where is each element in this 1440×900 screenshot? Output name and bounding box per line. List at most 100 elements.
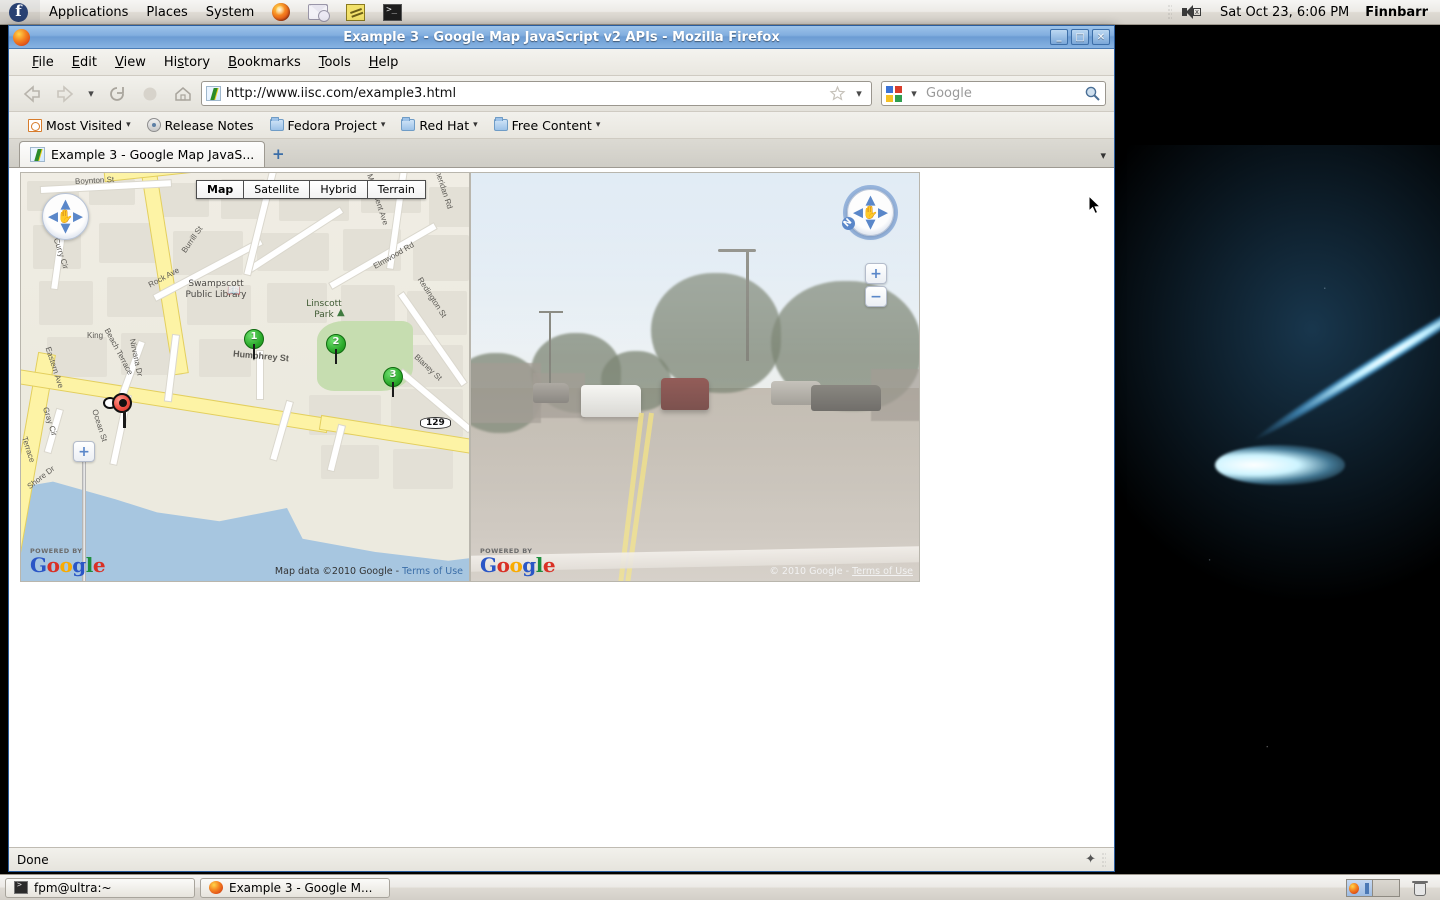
map-type-map[interactable]: Map [197, 181, 245, 198]
urlbar-dropdown-icon[interactable]: ▾ [851, 80, 867, 108]
most-visited-icon [28, 118, 42, 132]
firefox-launcher-icon[interactable] [263, 0, 299, 25]
release-notes-icon [146, 118, 161, 132]
map-marker-1[interactable]: 1 [244, 329, 264, 360]
clock-applet[interactable]: Sat Oct 23, 6:06 PM [1210, 5, 1359, 20]
bookmark-fedora-project[interactable]: Fedora Project ▾ [263, 116, 393, 135]
resize-grip[interactable] [1102, 851, 1106, 868]
workspace-2[interactable] [1373, 879, 1399, 896]
user-menu[interactable]: Finnbarr [1359, 5, 1440, 20]
window-titlebar[interactable]: Example 3 - Google Map JavaScript v2 API… [9, 26, 1114, 49]
google-engine-icon[interactable] [886, 85, 902, 102]
window-icon-firefox [13, 28, 30, 46]
street-view-attribution: © 2010 Google - Terms of Use [769, 566, 913, 577]
history-dropdown-button[interactable]: ▾ [83, 80, 99, 108]
menu-file[interactable]: File [23, 52, 63, 73]
label-swampscott-public-library: Swampscott Public Library [185, 279, 247, 300]
gnome-taskbar: fpm@ultra:~ Example 3 - Google M... [0, 874, 1440, 900]
workspace-1[interactable] [1347, 879, 1373, 896]
menu-history[interactable]: History [155, 52, 219, 73]
street-view-pegman-marker[interactable] [103, 393, 136, 429]
google-map[interactable]: Boynton St Curry Cir Rock Ave Burrill St… [20, 172, 470, 582]
close-button[interactable]: ✕ [1092, 29, 1110, 45]
search-engine-dropdown-icon[interactable]: ▾ [906, 80, 922, 108]
back-button[interactable] [17, 80, 47, 108]
terminal-launcher-icon[interactable] [374, 0, 411, 25]
google-logo: Google [30, 553, 106, 577]
mail-icon [308, 4, 331, 22]
bookmark-label: Free Content [511, 117, 592, 133]
maximize-button[interactable]: □ [1071, 29, 1089, 45]
addon-status-icon[interactable]: ✦ [1085, 852, 1096, 867]
menu-tools[interactable]: Tools [310, 52, 360, 73]
map-marker-3[interactable]: 3 [383, 367, 403, 398]
pan-right-icon[interactable]: ▶ [73, 210, 83, 223]
site-favicon [206, 86, 221, 101]
search-icon[interactable] [1084, 85, 1101, 102]
browser-menubar: File Edit View History Bookmarks Tools H… [9, 49, 1114, 76]
evolution-launcher-icon[interactable] [299, 0, 337, 25]
bookmark-label: Red Hat [419, 117, 470, 133]
folder-icon [401, 117, 416, 131]
menu-edit[interactable]: Edit [63, 52, 106, 73]
street-view-zoom-control[interactable]: + − [865, 263, 887, 307]
workspace-switcher[interactable] [1346, 878, 1400, 897]
trash-icon[interactable] [1411, 879, 1429, 897]
pan-hand-icon[interactable]: ✋ [57, 209, 73, 224]
bookmark-release-notes[interactable]: Release Notes [140, 116, 261, 135]
bookmark-most-visited[interactable]: Most Visited ▾ [21, 116, 138, 135]
menu-help[interactable]: Help [360, 52, 408, 73]
map-type-terrain[interactable]: Terrain [367, 181, 425, 198]
browser-status-bar: Done ✦ [9, 847, 1114, 871]
folder-icon [493, 117, 508, 131]
taskbar-item-terminal[interactable]: fpm@ultra:~ [5, 877, 195, 898]
taskbar-item-firefox[interactable]: Example 3 - Google M... [200, 877, 390, 898]
home-button[interactable] [168, 80, 198, 108]
map-marker-2[interactable]: 2 [326, 334, 346, 365]
menu-system[interactable]: System [197, 0, 263, 25]
tab-list-dropdown-icon[interactable]: ▾ [1100, 149, 1106, 162]
fedora-menu-icon[interactable] [0, 0, 40, 25]
new-tab-button[interactable]: + [265, 141, 291, 167]
chevron-down-icon: ▾ [595, 120, 601, 130]
map-terms-of-use-link[interactable]: Terms of Use [402, 566, 463, 577]
firefox-icon [272, 3, 291, 21]
url-text: http://www.iisc.com/example3.html [226, 86, 457, 101]
wallpaper-comet-head [1215, 445, 1345, 485]
menu-bookmarks[interactable]: Bookmarks [219, 52, 310, 73]
taskbar-label: Example 3 - Google M... [229, 880, 373, 895]
minimize-button[interactable]: _ [1050, 29, 1068, 45]
search-bar[interactable]: ▾ Google [881, 81, 1106, 106]
tab-bar: Example 3 - Google Map JavaS... + ▾ [9, 139, 1114, 168]
stop-button[interactable] [135, 80, 165, 108]
street-view-pan-control[interactable]: ▲ ▼ ◀ ▶ ✋ N [839, 189, 894, 236]
menu-places[interactable]: Places [137, 0, 196, 25]
notes-launcher-icon[interactable] [337, 0, 374, 25]
street-view-panel[interactable]: ▲ ▼ ◀ ▶ ✋ N + − POWERED BY Google © 2010… [470, 172, 920, 582]
sv-pan-right-icon[interactable]: ▶ [878, 206, 888, 219]
home-icon [175, 86, 191, 101]
speaker-muted-icon: x [1181, 4, 1201, 20]
map-type-hybrid[interactable]: Hybrid [310, 181, 368, 198]
map-pan-control[interactable]: ▲ ▼ ◀ ▶ ✋ [42, 193, 89, 240]
tab-example-3[interactable]: Example 3 - Google Map JavaS... [19, 141, 266, 167]
sv-terms-of-use-link[interactable]: Terms of Use [852, 566, 913, 577]
forward-button[interactable] [50, 80, 80, 108]
menu-applications[interactable]: Applications [40, 0, 137, 25]
bookmark-free-content[interactable]: Free Content ▾ [487, 116, 608, 135]
bookmark-red-hat[interactable]: Red Hat ▾ [394, 116, 484, 135]
search-input[interactable]: Google [926, 86, 1080, 101]
bookmark-star-icon[interactable] [829, 85, 846, 102]
volume-applet[interactable]: x [1172, 0, 1210, 25]
sv-pan-hand-icon[interactable]: ✋ [862, 205, 878, 220]
label-linscott-park: Linscott Park [306, 299, 342, 320]
sv-zoom-in-button[interactable]: + [865, 263, 887, 284]
gnome-top-panel: Applications Places System x Sat Oct 23,… [0, 0, 1440, 25]
sv-zoom-out-button[interactable]: − [865, 286, 887, 307]
menu-view[interactable]: View [106, 52, 155, 73]
map-type-satellite[interactable]: Satellite [244, 181, 311, 198]
reload-button[interactable] [102, 80, 132, 108]
taskbar-label: fpm@ultra:~ [34, 880, 112, 895]
url-bar[interactable]: http://www.iisc.com/example3.html ▾ [201, 81, 872, 106]
map-zoom-in-button[interactable]: + [73, 441, 95, 462]
